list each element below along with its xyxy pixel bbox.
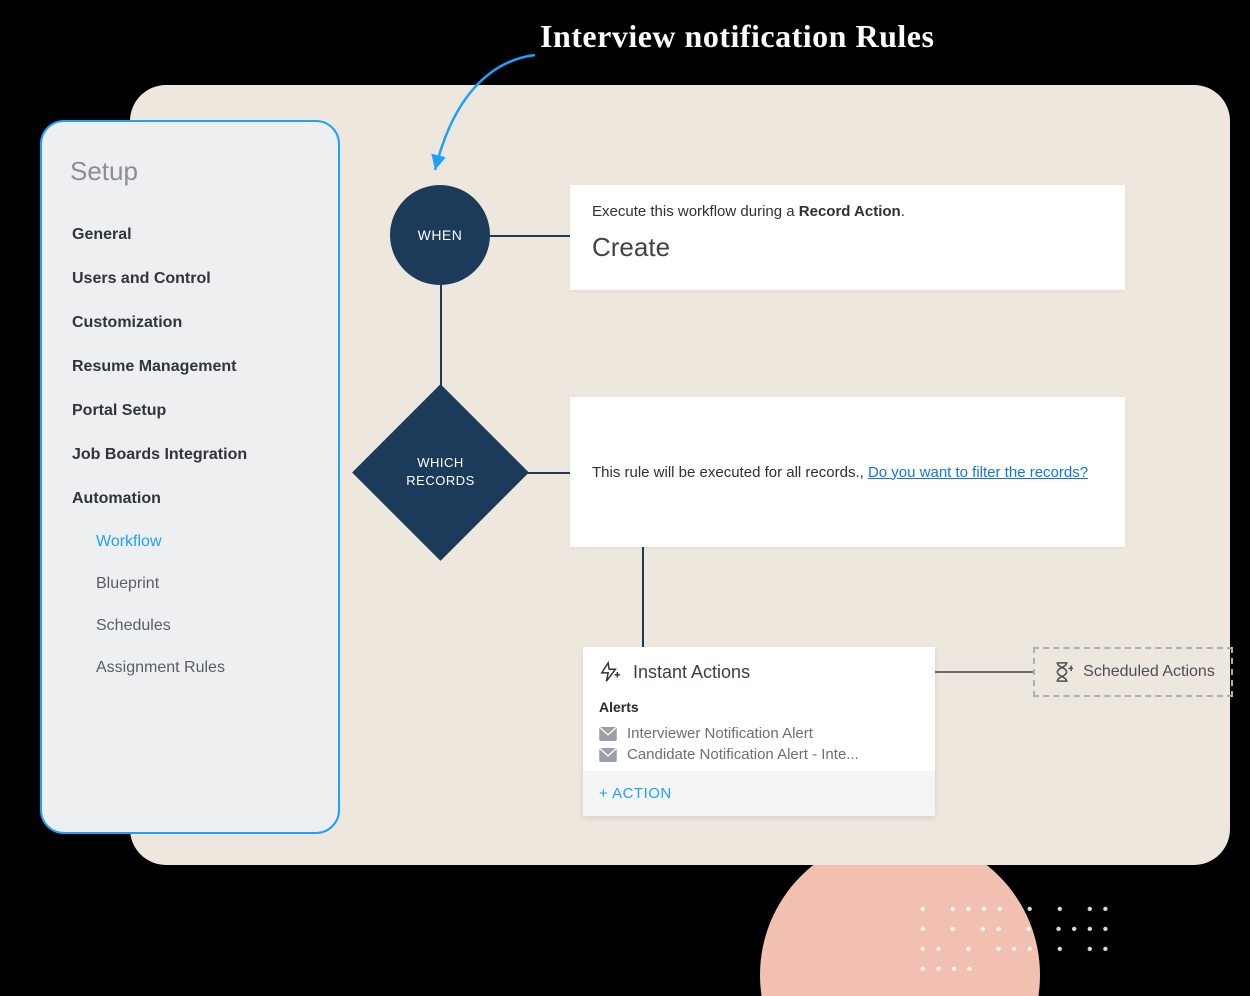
scheduled-actions-title: Scheduled Actions	[1083, 663, 1215, 681]
which-text: This rule will be executed for all recor…	[592, 464, 868, 481]
sidebar-sub-assignment-rules[interactable]: Assignment Rules	[70, 647, 310, 689]
alert-text: Interviewer Notification Alert	[627, 725, 813, 742]
decorative-dots: • •••• • • ••• • •• • •••• •• • ••• • ••…	[920, 900, 1120, 980]
scheduled-actions-card[interactable]: Scheduled Actions	[1033, 647, 1233, 697]
connector	[935, 671, 1033, 673]
sidebar-sub-workflow[interactable]: Workflow	[70, 521, 310, 563]
instant-actions-title: Instant Actions	[633, 662, 750, 683]
annotation-text: Interview notification Rules	[540, 18, 934, 55]
connector	[642, 547, 644, 647]
alert-row[interactable]: Interviewer Notification Alert	[599, 723, 919, 744]
which-records-node: WHICH RECORDS	[352, 384, 529, 561]
sidebar-item-portal-setup[interactable]: Portal Setup	[70, 389, 310, 433]
sidebar-sub-schedules[interactable]: Schedules	[70, 605, 310, 647]
alert-text: Candidate Notification Alert - Inte...	[627, 746, 859, 763]
sidebar-item-job-boards-integration[interactable]: Job Boards Integration	[70, 433, 310, 477]
filter-records-link[interactable]: Do you want to filter the records?	[868, 464, 1088, 481]
alert-row[interactable]: Candidate Notification Alert - Inte...	[599, 744, 919, 765]
sidebar-item-users-and-control[interactable]: Users and Control	[70, 257, 310, 301]
when-card[interactable]: Execute this workflow during a Record Ac…	[570, 185, 1125, 290]
when-node: WHEN	[390, 185, 490, 285]
workflow-diagram: WHEN Execute this workflow during a Reco…	[390, 185, 1210, 845]
which-label-1: WHICH	[417, 455, 464, 470]
setup-sidebar: Setup General Users and Control Customiz…	[40, 120, 340, 834]
sidebar-title: Setup	[70, 156, 310, 187]
hourglass-icon	[1051, 661, 1073, 683]
sidebar-item-automation[interactable]: Automation	[70, 477, 310, 521]
sidebar-item-customization[interactable]: Customization	[70, 301, 310, 345]
alerts-label: Alerts	[599, 699, 919, 715]
when-label: WHEN	[418, 227, 463, 243]
connector	[490, 235, 570, 237]
mail-icon	[599, 727, 617, 741]
instant-actions-card[interactable]: Instant Actions Alerts Interviewer Notif…	[583, 647, 935, 816]
when-value: Create	[592, 232, 1103, 263]
which-label-2: RECORDS	[406, 473, 475, 488]
add-action-button[interactable]: + ACTION	[583, 771, 935, 816]
when-text-bold: Record Action	[799, 203, 901, 220]
when-text-prefix: Execute this workflow during a	[592, 203, 799, 220]
sidebar-sub-blueprint[interactable]: Blueprint	[70, 563, 310, 605]
sidebar-item-resume-management[interactable]: Resume Management	[70, 345, 310, 389]
sidebar-item-general[interactable]: General	[70, 213, 310, 257]
when-text-suffix: .	[901, 203, 905, 220]
which-records-card[interactable]: This rule will be executed for all recor…	[570, 397, 1125, 547]
bolt-icon	[599, 661, 621, 683]
mail-icon	[599, 748, 617, 762]
